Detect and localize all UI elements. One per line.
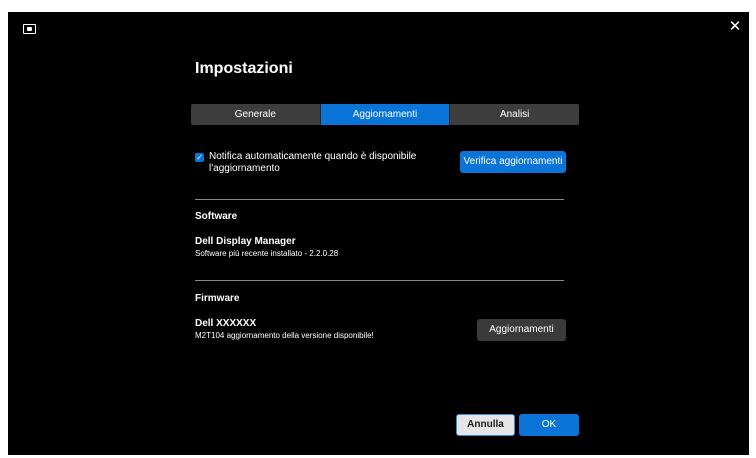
cancel-button[interactable]: Annulla	[456, 414, 515, 436]
divider	[195, 280, 564, 281]
auto-notify-checkbox[interactable]: ✓	[195, 153, 204, 162]
firmware-name: Dell XXXXXX	[195, 318, 257, 329]
page-title: Impostazioni	[195, 60, 293, 77]
software-status: Software più recente installato - 2.2.0.…	[195, 249, 339, 258]
ok-button[interactable]: OK	[519, 414, 579, 436]
settings-window: ✕ Impostazioni Generale Aggiornamenti An…	[8, 12, 749, 455]
tab-analisi[interactable]: Analisi	[450, 104, 579, 125]
close-icon[interactable]: ✕	[727, 19, 743, 35]
firmware-update-button[interactable]: Aggiornamenti	[477, 319, 566, 341]
tab-bar: Generale Aggiornamenti Analisi	[191, 104, 579, 125]
tab-generale[interactable]: Generale	[191, 104, 321, 125]
software-section-title: Software	[195, 211, 238, 222]
software-name: Dell Display Manager	[195, 236, 296, 247]
auto-notify-label: Notifica automaticamente quando è dispon…	[209, 151, 417, 174]
auto-notify-row: ✓ Notifica automaticamente quando è disp…	[195, 151, 435, 175]
firmware-section-title: Firmware	[195, 293, 240, 304]
monitor-icon	[23, 24, 36, 34]
divider	[195, 199, 564, 200]
check-updates-button[interactable]: Verifica aggiornamenti	[460, 151, 566, 173]
tab-aggiornamenti[interactable]: Aggiornamenti	[320, 104, 451, 125]
firmware-status: M2T104 aggiornamento della versione disp…	[195, 331, 374, 340]
